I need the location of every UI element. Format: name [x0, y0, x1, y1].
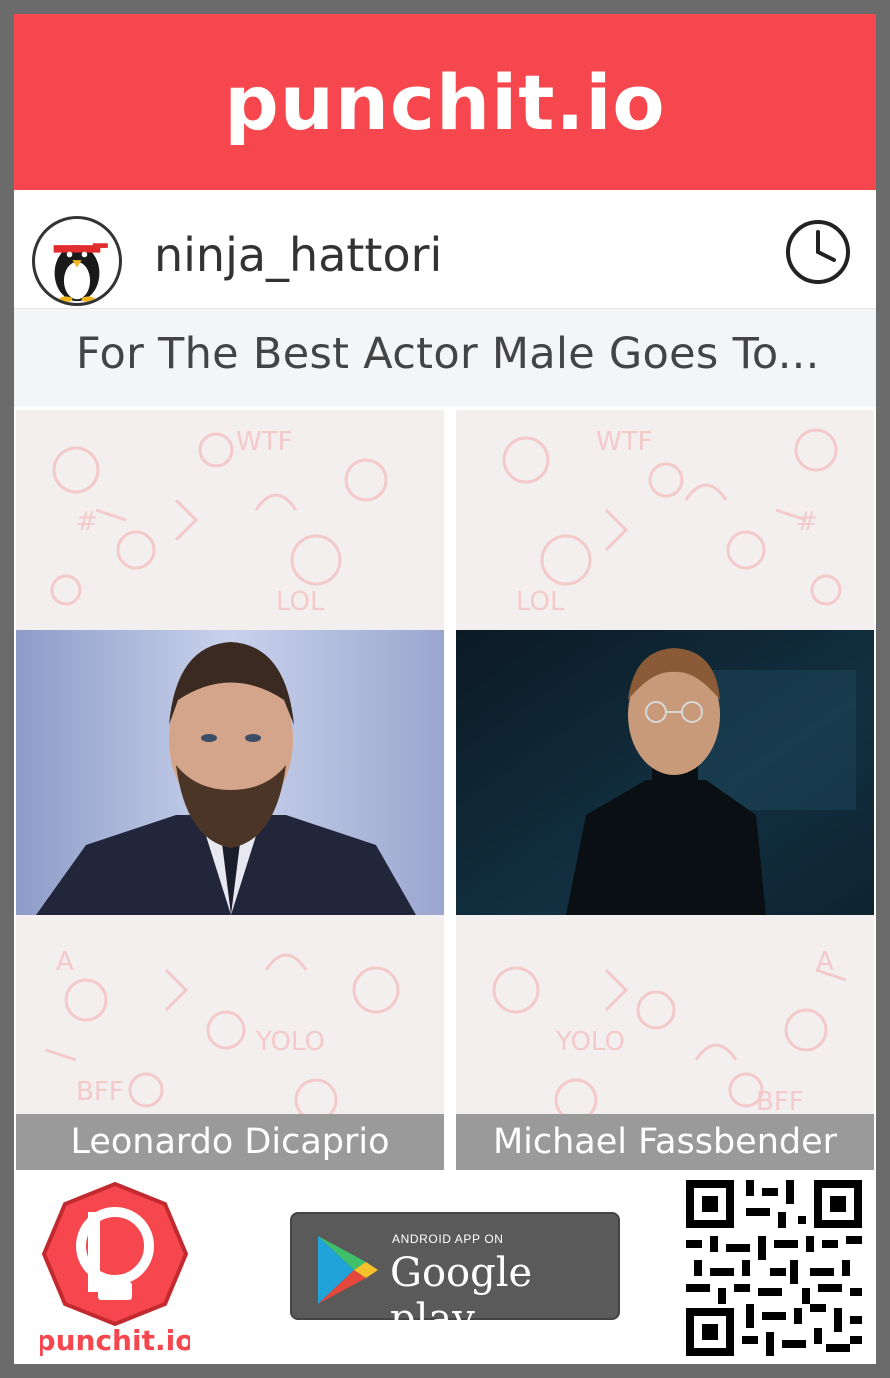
poll-card: punchit.io ninja_hattori For The Best Ac…	[14, 14, 876, 1364]
svg-text:BFF: BFF	[756, 1087, 804, 1117]
svg-text:WTF: WTF	[236, 427, 293, 457]
badge-line2: Google play	[390, 1250, 533, 1342]
google-play-button[interactable]: ANDROID APP ON Google play	[290, 1212, 620, 1342]
qr-code-icon[interactable]	[686, 1180, 862, 1356]
actor-photo-leonardo	[16, 630, 444, 915]
username[interactable]: ninja_hattori	[154, 228, 442, 282]
google-play-icon	[318, 1236, 378, 1304]
leonardo-photo	[16, 630, 444, 915]
badge-line1: ANDROID APP ON	[392, 1232, 504, 1246]
option-caption: Leonardo Dicaprio	[16, 1114, 444, 1170]
svg-text:#: #	[76, 507, 98, 537]
svg-text:A: A	[56, 947, 74, 977]
footer: punchit.io ANDROID APP ON Google play	[14, 1174, 876, 1364]
punchit-logo-icon[interactable]: punchit.io	[40, 1178, 190, 1358]
brand-header: punchit.io	[14, 14, 876, 190]
svg-text:LOL: LOL	[276, 587, 325, 617]
poll-option-michael[interactable]: WTF # LOL A YOLO BFF Michael Fassbender	[456, 410, 874, 1170]
actor-photo-michael	[456, 630, 874, 915]
svg-text:YOLO: YOLO	[255, 1027, 325, 1057]
option-label-michael: Michael Fassbender	[492, 1122, 838, 1162]
poll-question: For The Best Actor Male Goes To...	[14, 309, 876, 407]
poll-option-leonardo[interactable]: WTF # LOL A YOLO BFF Leonardo Dicaprio	[16, 410, 444, 1170]
brand-logo: punchit.io	[224, 57, 666, 147]
ninja-avatar-icon	[53, 243, 108, 303]
clock-icon[interactable]	[784, 218, 852, 286]
user-avatar[interactable]	[32, 216, 122, 306]
option-caption: Michael Fassbender	[456, 1114, 874, 1170]
svg-text:WTF: WTF	[596, 427, 653, 457]
michael-photo	[456, 630, 874, 915]
user-row: ninja_hattori	[14, 190, 876, 309]
option-label-leonardo: Leonardo Dicaprio	[70, 1122, 390, 1162]
svg-text:LOL: LOL	[516, 587, 565, 617]
svg-text:BFF: BFF	[76, 1077, 124, 1107]
footer-logo-text: punchit.io	[40, 1324, 190, 1357]
question-text: For The Best Actor Male Goes To...	[76, 329, 820, 379]
svg-text:#: #	[796, 507, 818, 537]
svg-text:YOLO: YOLO	[555, 1027, 625, 1057]
svg-text:A: A	[816, 947, 834, 977]
